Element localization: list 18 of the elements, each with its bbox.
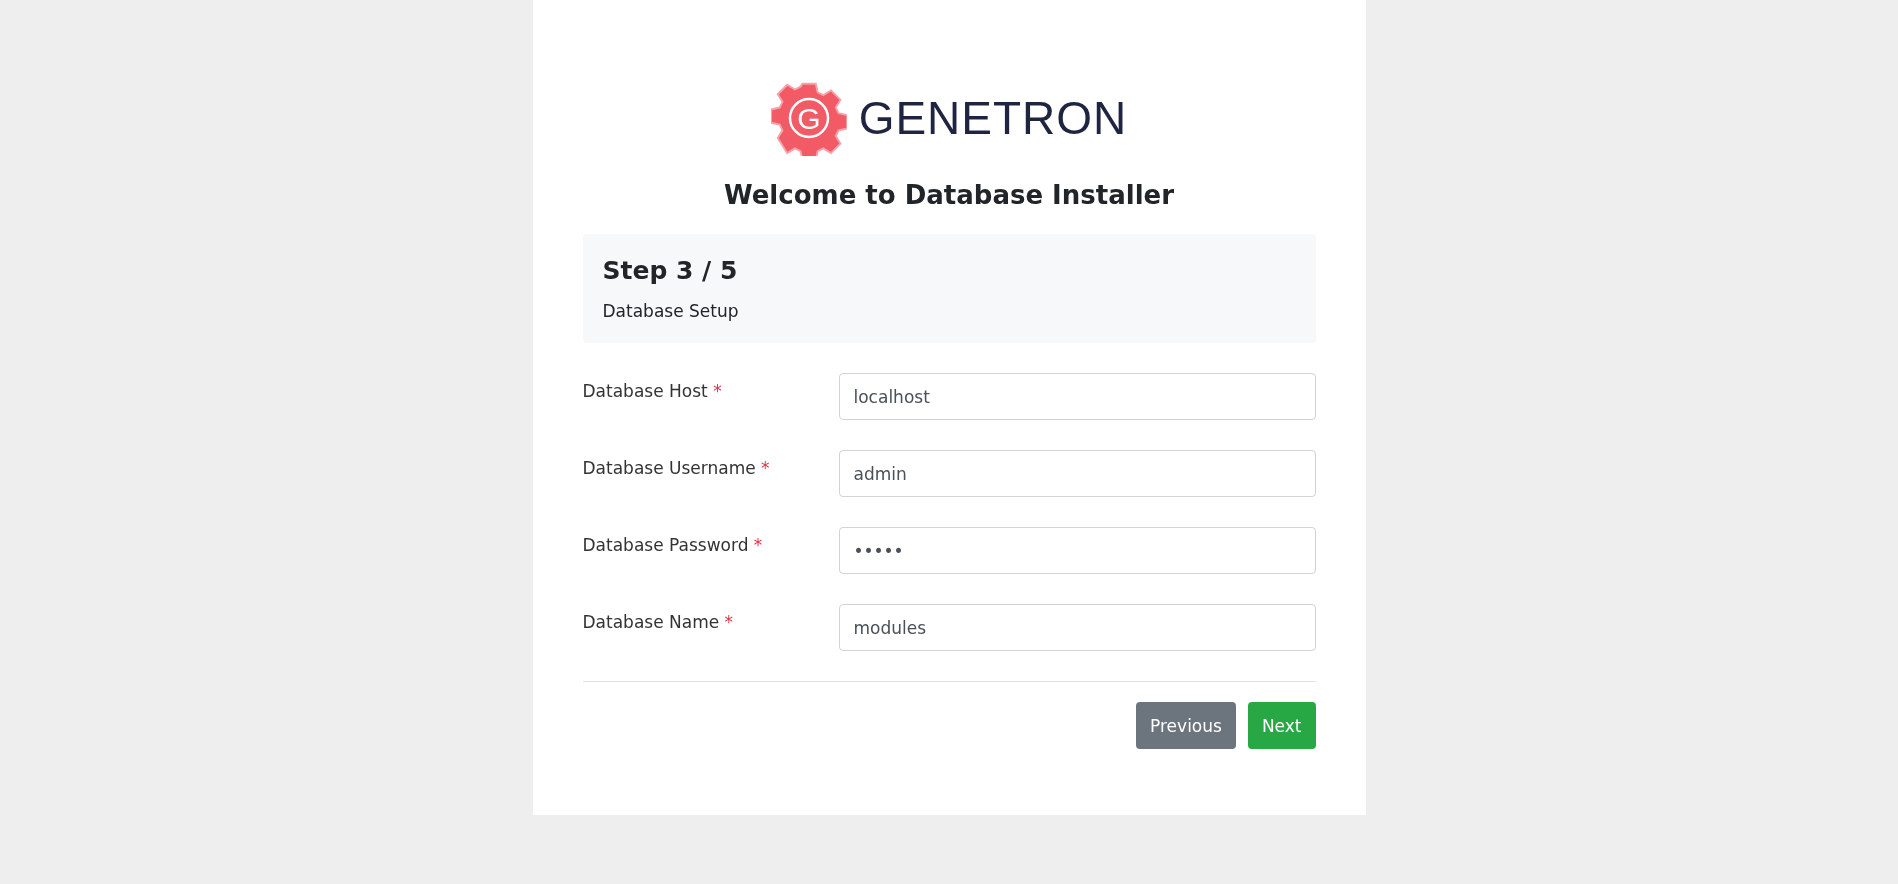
gear-logo-icon: G — [770, 80, 847, 156]
field-label: Database Name * — [582, 611, 735, 632]
input-field[interactable]: ••••• — [838, 527, 1316, 574]
required-mark: * — [724, 612, 734, 632]
page-title: Welcome to Database Installer — [724, 180, 1174, 210]
field-label: Database Password * — [582, 534, 764, 555]
step-heading: Step 3 / 5 — [602, 256, 738, 285]
brand-name: GENETRON — [858, 91, 1128, 145]
required-mark: * — [761, 458, 770, 478]
required-mark: * — [753, 535, 763, 555]
previous-button[interactable]: Previous — [1136, 702, 1236, 749]
required-mark: * — [713, 381, 722, 401]
input-field[interactable]: admin — [838, 450, 1316, 497]
input-field[interactable]: modules — [838, 604, 1316, 651]
step-subtitle: Database Setup — [602, 301, 740, 321]
field-label: Database Username * — [582, 457, 771, 478]
input-field[interactable]: localhost — [838, 373, 1316, 420]
field-label: Database Host * — [582, 380, 723, 401]
